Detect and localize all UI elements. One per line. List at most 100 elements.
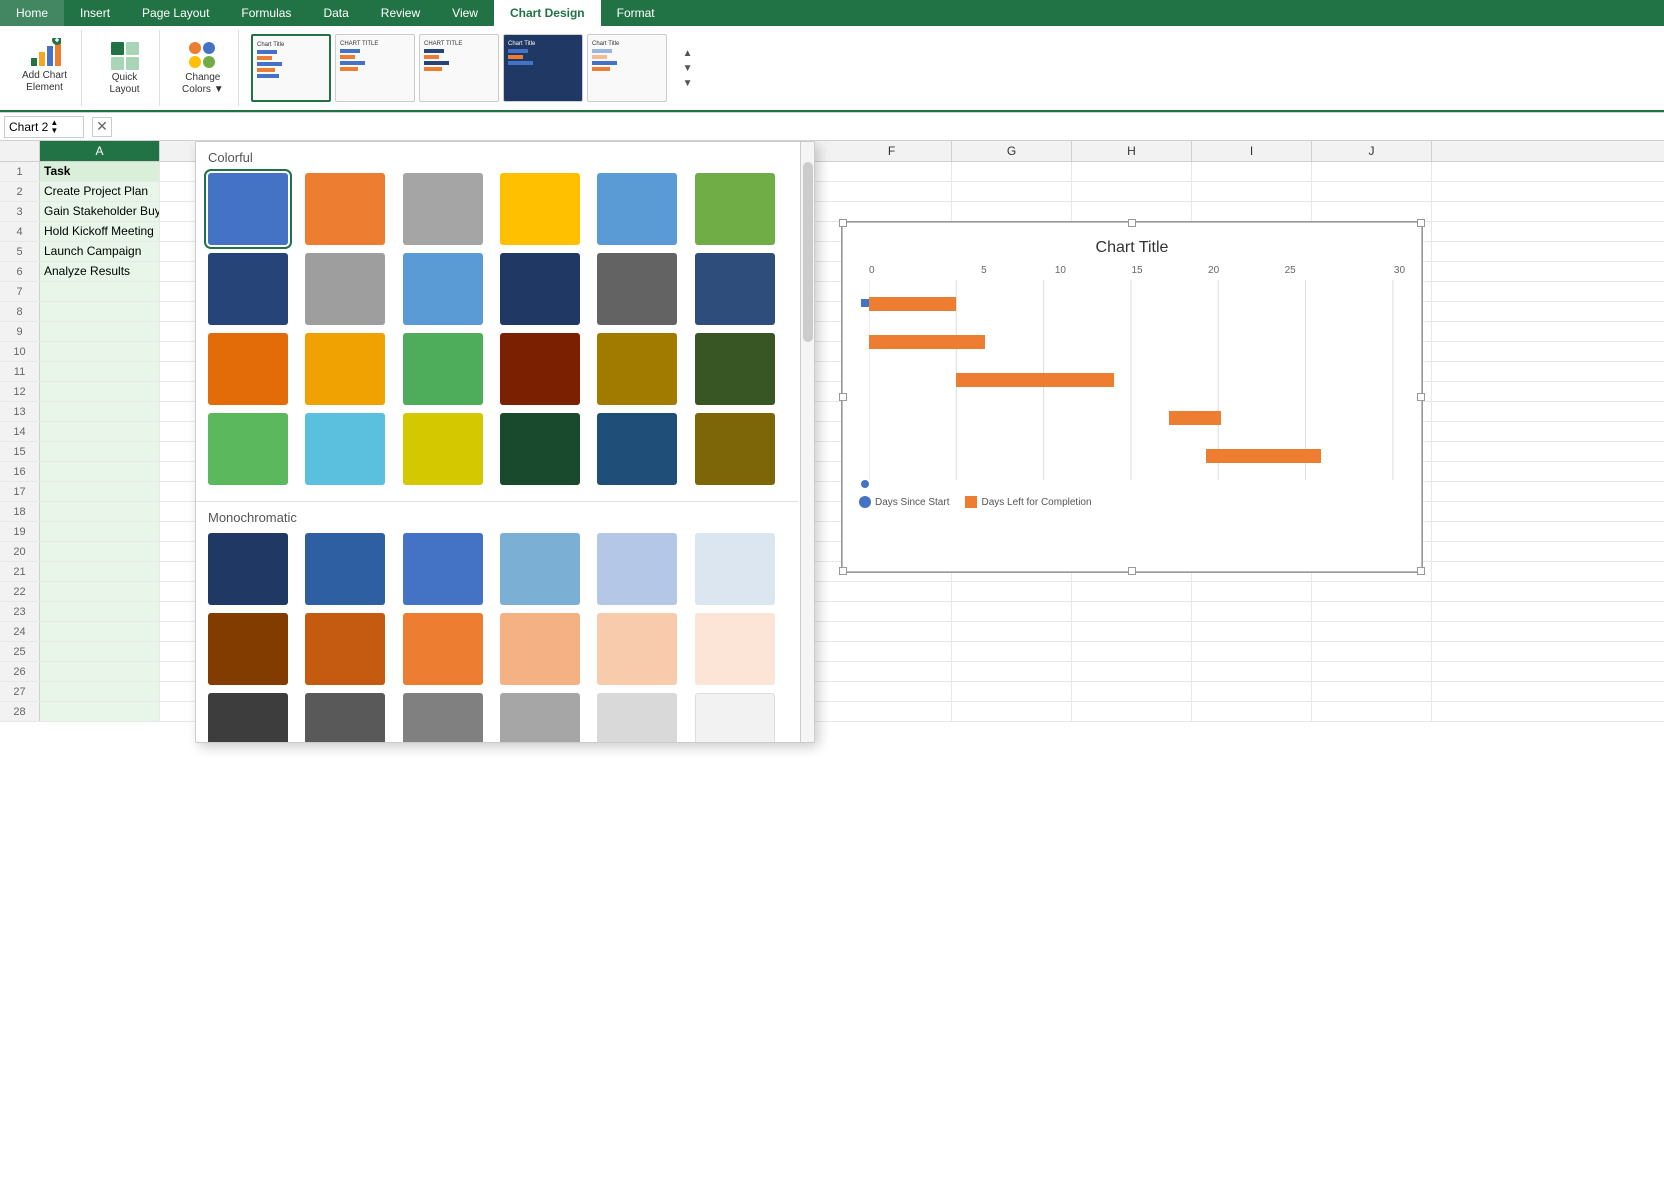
cell-a1[interactable]: Task — [40, 162, 160, 181]
cell-j2[interactable] — [1312, 682, 1432, 701]
cell-a21[interactable] — [40, 562, 160, 581]
cell-a27[interactable] — [40, 682, 160, 701]
cell-g5[interactable] — [952, 622, 1072, 641]
palette-swatch-colorful-4-5[interactable] — [597, 413, 677, 485]
cell-g6[interactable] — [952, 602, 1072, 621]
cell-f26[interactable] — [832, 202, 952, 221]
tab-insert[interactable]: Insert — [64, 0, 126, 26]
cell-i1[interactable] — [1192, 702, 1312, 721]
cell-a11[interactable] — [40, 362, 160, 381]
palette-scroll-area[interactable]: Colorful — [196, 142, 814, 742]
cell-a4[interactable]: Hold Kickoff Meeting — [40, 222, 160, 241]
cell-a8[interactable] — [40, 302, 160, 321]
palette-swatch-mono-2-1[interactable] — [208, 613, 288, 685]
cell-a17[interactable] — [40, 482, 160, 501]
cell-a19[interactable] — [40, 522, 160, 541]
cell-g26[interactable] — [952, 202, 1072, 221]
resize-handle-br[interactable] — [1417, 567, 1425, 575]
cell-i7[interactable] — [1192, 582, 1312, 601]
cell-h28[interactable] — [1072, 162, 1192, 181]
cell-j3[interactable] — [1312, 662, 1432, 681]
resize-handle-mr[interactable] — [1417, 393, 1425, 401]
cell-a2[interactable]: Create Project Plan — [40, 182, 160, 201]
tab-data[interactable]: Data — [307, 0, 364, 26]
cell-a16[interactable] — [40, 462, 160, 481]
palette-swatch-colorful-2-1[interactable] — [208, 253, 288, 325]
palette-swatch-mono-2-2[interactable] — [305, 613, 385, 685]
tab-view[interactable]: View — [436, 0, 494, 26]
cell-g4[interactable] — [952, 642, 1072, 661]
quick-layout-button[interactable]: QuickLayout — [103, 36, 147, 100]
tab-chart-design[interactable]: Chart Design — [494, 0, 601, 26]
palette-swatch-mono-1-3[interactable] — [403, 533, 483, 605]
tab-home[interactable]: Home — [0, 0, 64, 26]
palette-swatch-mono-3-6[interactable] — [695, 693, 775, 742]
palette-swatch-colorful-3-5[interactable] — [597, 333, 677, 405]
cell-f1[interactable] — [832, 702, 952, 721]
cell-g28[interactable] — [952, 162, 1072, 181]
col-header-A[interactable]: A — [40, 141, 160, 161]
add-chart-element-button[interactable]: Add ChartElement — [16, 34, 73, 98]
resize-handle-tl[interactable] — [839, 219, 847, 227]
cell-a26[interactable] — [40, 662, 160, 681]
chart-style-2[interactable]: CHART TITLE — [335, 34, 415, 102]
palette-swatch-mono-1-5[interactable] — [597, 533, 677, 605]
palette-swatch-colorful-3-3[interactable] — [403, 333, 483, 405]
cell-a3[interactable]: Gain Stakeholder Buy — [40, 202, 160, 221]
col-header-G[interactable]: G — [952, 141, 1072, 161]
cell-f28[interactable] — [832, 162, 952, 181]
col-header-H[interactable]: H — [1072, 141, 1192, 161]
name-box[interactable]: Chart 2 ▲ ▼ — [4, 116, 84, 138]
palette-swatch-mono-3-5[interactable] — [597, 693, 677, 742]
cell-i28[interactable] — [1192, 162, 1312, 181]
palette-swatch-colorful-2-6[interactable] — [695, 253, 775, 325]
palette-swatch-colorful-1-2[interactable] — [305, 173, 385, 245]
palette-swatch-colorful-3-1[interactable] — [208, 333, 288, 405]
resize-handle-tm[interactable] — [1128, 219, 1136, 227]
cell-h4[interactable] — [1072, 642, 1192, 661]
cell-f2[interactable] — [832, 682, 952, 701]
cell-a28[interactable] — [40, 702, 160, 721]
palette-swatch-mono-1-2[interactable] — [305, 533, 385, 605]
palette-swatch-mono-3-2[interactable] — [305, 693, 385, 742]
cell-a20[interactable] — [40, 542, 160, 561]
cell-h1[interactable] — [1072, 702, 1192, 721]
palette-swatch-mono-2-4[interactable] — [500, 613, 580, 685]
resize-handle-ml[interactable] — [839, 393, 847, 401]
cell-a25[interactable] — [40, 642, 160, 661]
cell-f5[interactable] — [832, 622, 952, 641]
cell-i26[interactable] — [1192, 202, 1312, 221]
chart-container[interactable]: Chart Title 0 5 10 15 20 25 30 — [842, 222, 1422, 572]
cell-f27[interactable] — [832, 182, 952, 201]
palette-swatch-colorful-3-2[interactable] — [305, 333, 385, 405]
chart-close-button[interactable]: ✕ — [92, 117, 112, 137]
cell-i27[interactable] — [1192, 182, 1312, 201]
cell-g3[interactable] — [952, 662, 1072, 681]
palette-scrollbar[interactable] — [800, 142, 814, 742]
palette-swatch-colorful-2-5[interactable] — [597, 253, 677, 325]
name-box-down-arrow[interactable]: ▼ — [50, 127, 58, 135]
cell-a18[interactable] — [40, 502, 160, 521]
cell-j28[interactable] — [1312, 162, 1432, 181]
cell-h3[interactable] — [1072, 662, 1192, 681]
cell-h5[interactable] — [1072, 622, 1192, 641]
cell-h27[interactable] — [1072, 182, 1192, 201]
tab-page-layout[interactable]: Page Layout — [126, 0, 225, 26]
cell-g27[interactable] — [952, 182, 1072, 201]
cell-j27[interactable] — [1312, 182, 1432, 201]
palette-swatch-mono-3-4[interactable] — [500, 693, 580, 742]
palette-swatch-colorful-2-2[interactable] — [305, 253, 385, 325]
palette-swatch-colorful-4-1[interactable] — [208, 413, 288, 485]
cell-f7[interactable] — [832, 582, 952, 601]
cell-j1[interactable] — [1312, 702, 1432, 721]
cell-a6[interactable]: Analyze Results — [40, 262, 160, 281]
cell-i2[interactable] — [1192, 682, 1312, 701]
col-header-I[interactable]: I — [1192, 141, 1312, 161]
tab-format[interactable]: Format — [601, 0, 671, 26]
palette-swatch-mono-1-1[interactable] — [208, 533, 288, 605]
palette-swatch-colorful-1-4[interactable] — [500, 173, 580, 245]
col-header-J[interactable]: J — [1312, 141, 1432, 161]
chart-style-1[interactable]: Chart Title — [251, 34, 331, 102]
cell-f3[interactable] — [832, 662, 952, 681]
cell-j6[interactable] — [1312, 602, 1432, 621]
